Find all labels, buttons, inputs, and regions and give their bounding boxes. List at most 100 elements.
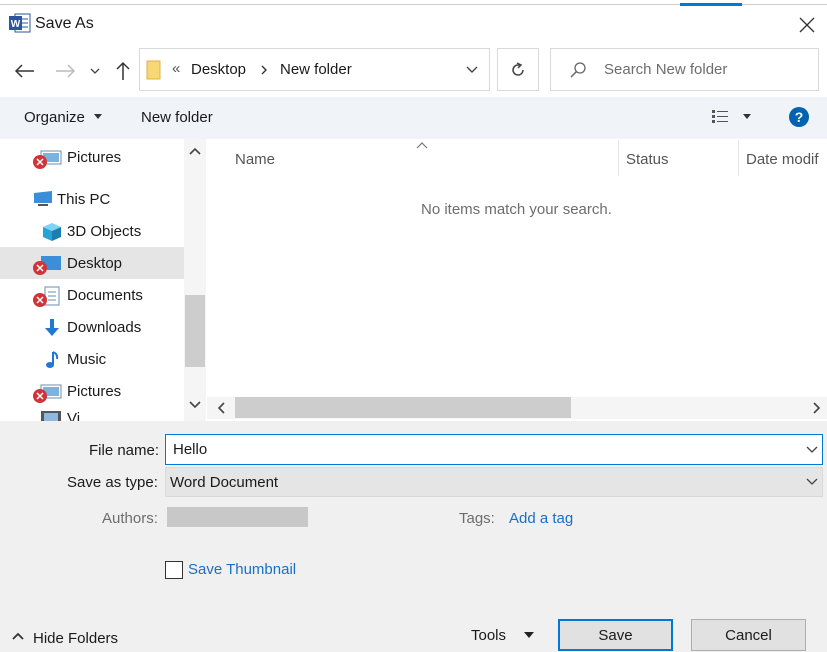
sidebar-item-this-pc[interactable]: This PC — [0, 183, 184, 215]
music-icon — [46, 351, 59, 368]
arrow-right-icon — [56, 64, 75, 78]
horizontal-scroll-thumb[interactable] — [235, 397, 571, 418]
error-icon — [33, 389, 47, 403]
top-accent — [680, 3, 742, 6]
error-icon — [33, 261, 47, 275]
file-name-input[interactable]: Hello — [165, 434, 823, 465]
search-icon — [569, 61, 587, 79]
empty-message: No items match your search. — [421, 201, 612, 218]
sidebar-item-videos[interactable]: Vi — [0, 407, 184, 421]
sidebar-item-label: 3D Objects — [67, 223, 142, 240]
authors-field-redacted[interactable] — [167, 507, 308, 527]
tags-label: Tags: — [459, 510, 495, 527]
file-list[interactable] — [207, 139, 827, 421]
save-thumbnail-checkbox[interactable] — [165, 561, 183, 579]
caret-down-icon[interactable] — [524, 632, 534, 638]
command-bar: Organize New folder ? — [0, 97, 827, 139]
svg-text:?: ? — [795, 109, 804, 125]
column-header-status[interactable]: Status — [626, 151, 669, 168]
arrow-left-icon — [15, 64, 34, 78]
sidebar-item-label: Pictures — [67, 383, 122, 400]
save-as-type-value: Word Document — [170, 474, 279, 491]
sidebar-item-pictures[interactable]: Pictures — [0, 375, 184, 407]
chevron-down-icon — [90, 68, 100, 74]
column-header-name[interactable]: Name — [235, 151, 275, 168]
recent-locations-button[interactable] — [86, 58, 104, 84]
save-thumbnail-label[interactable]: Save Thumbnail — [188, 561, 296, 578]
forward-button[interactable] — [50, 56, 80, 86]
caret-down-icon[interactable] — [94, 114, 102, 119]
breadcrumb-desktop[interactable]: Desktop — [191, 61, 246, 78]
chevron-down-icon[interactable] — [806, 446, 818, 454]
sidebar-item-label: This PC — [57, 191, 111, 208]
cancel-button-label: Cancel — [725, 626, 772, 644]
search-placeholder: Search New folder — [604, 61, 728, 78]
file-name-value[interactable]: Hello — [173, 441, 207, 458]
sidebar-item-pictures[interactable]: Pictures — [0, 141, 184, 173]
save-as-type-select[interactable]: Word Document — [165, 467, 823, 497]
save-button-label: Save — [598, 626, 633, 644]
sidebar-item-desktop[interactable]: Desktop — [0, 247, 184, 279]
back-button[interactable] — [10, 56, 40, 86]
videos-icon — [41, 411, 61, 421]
error-icon — [33, 155, 47, 169]
nav-scroll-thumb[interactable] — [185, 295, 205, 367]
refresh-button[interactable] — [497, 48, 539, 91]
help-icon[interactable]: ? — [789, 107, 809, 127]
3d-objects-icon — [43, 223, 61, 241]
sidebar-item-label: Documents — [67, 287, 143, 304]
nav-scrollbar[interactable] — [184, 139, 206, 421]
refresh-icon — [512, 61, 524, 76]
close-icon — [799, 17, 815, 33]
window-title: Save As — [35, 15, 94, 32]
close-button[interactable] — [790, 10, 824, 40]
organize-button[interactable]: Organize — [24, 109, 85, 126]
search-input[interactable]: Search New folder — [550, 48, 819, 91]
chevron-down-icon[interactable] — [806, 478, 818, 486]
title-bar — [0, 0, 827, 48]
sidebar-item-label: Music — [67, 351, 107, 368]
overflow-chevron[interactable]: « — [172, 60, 180, 77]
folder-icon — [146, 60, 162, 80]
column-divider[interactable] — [738, 140, 739, 176]
hide-folders-button[interactable]: Hide Folders — [33, 630, 118, 647]
chevron-up-icon[interactable] — [12, 632, 24, 640]
save-button[interactable]: Save — [558, 619, 673, 651]
pc-icon — [34, 191, 52, 206]
new-folder-button[interactable]: New folder — [141, 109, 213, 126]
word-icon: W — [9, 13, 31, 33]
save-as-type-label: Save as type: — [67, 474, 158, 491]
downloads-icon — [45, 319, 59, 336]
add-tag-link[interactable]: Add a tag — [509, 510, 573, 527]
address-bar[interactable]: « Desktop New folder — [139, 48, 490, 91]
chevron-right-icon[interactable] — [812, 401, 822, 415]
view-options-icon[interactable] — [711, 109, 729, 125]
sort-ascending-icon — [415, 141, 429, 149]
sidebar-item-label: Desktop — [67, 255, 123, 272]
svg-text:W: W — [11, 19, 21, 30]
chevron-up-icon[interactable] — [188, 146, 202, 156]
cancel-button[interactable]: Cancel — [691, 619, 806, 651]
sidebar-item-3d-objects[interactable]: 3D Objects — [0, 215, 184, 247]
navigation-pane: Pictures This PC 3D Objects Desktop Docu… — [0, 139, 207, 421]
file-name-label: File name: — [89, 442, 160, 459]
sidebar-item-music[interactable]: Music — [0, 343, 184, 375]
sidebar-item-label: Pictures — [67, 149, 122, 166]
authors-label: Authors: — [102, 510, 158, 527]
sidebar-item-downloads[interactable]: Downloads — [0, 311, 184, 343]
arrow-up-icon — [116, 61, 130, 80]
chevron-down-icon[interactable] — [188, 400, 202, 410]
column-header-date-modified[interactable]: Date modif — [746, 151, 819, 168]
column-divider[interactable] — [618, 140, 619, 176]
tools-button[interactable]: Tools — [471, 627, 506, 644]
sidebar-item-label: Downloads — [67, 319, 142, 336]
breadcrumb-new-folder[interactable]: New folder — [280, 61, 352, 78]
sidebar-item-label: Vi — [67, 410, 81, 421]
error-icon — [33, 293, 47, 307]
caret-down-icon[interactable] — [743, 114, 751, 119]
sidebar-item-documents[interactable]: Documents — [0, 279, 184, 311]
up-button[interactable] — [110, 56, 136, 86]
chevron-down-icon[interactable] — [465, 63, 479, 77]
chevron-left-icon[interactable] — [216, 401, 226, 415]
chevron-right-icon[interactable] — [259, 59, 269, 81]
